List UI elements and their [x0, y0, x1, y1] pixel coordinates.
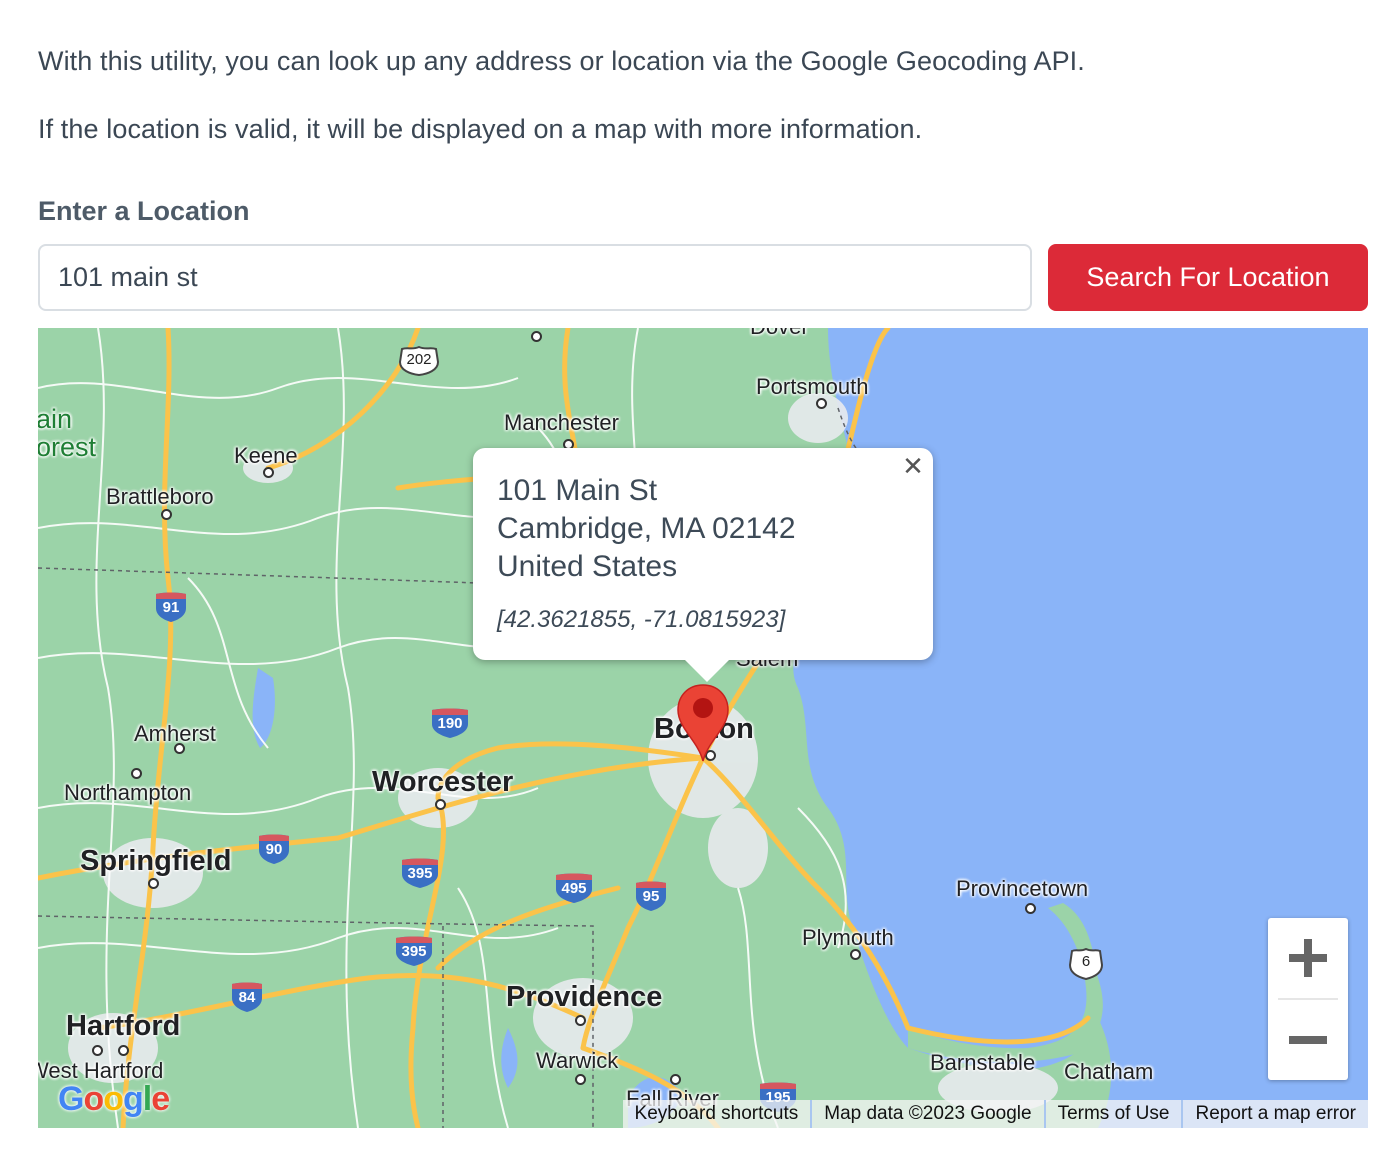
- place-label-amherst: Amherst: [134, 721, 216, 746]
- close-icon[interactable]: ✕: [901, 453, 925, 479]
- map-data-text: Map data ©2023 Google: [810, 1100, 1043, 1128]
- place-label-chatham: Chatham: [1064, 1059, 1154, 1084]
- place-label-forest-2: orest: [38, 432, 97, 462]
- zoom-controls: [1268, 918, 1348, 1080]
- report-map-error-link[interactable]: Report a map error: [1181, 1100, 1368, 1128]
- city-dot: [131, 768, 142, 779]
- interstate-90-shield: 90: [257, 834, 291, 864]
- interstate-395-shield: 395: [400, 858, 440, 888]
- terms-of-use-link[interactable]: Terms of Use: [1043, 1100, 1182, 1128]
- city-dot: [1025, 903, 1036, 914]
- plus-icon: [1289, 939, 1327, 977]
- interstate-395-shield: 395: [394, 936, 434, 966]
- interstate-495-shield: 495: [554, 873, 594, 903]
- city-dot: [92, 1045, 103, 1056]
- interstate-95-shield: 95: [634, 881, 668, 911]
- minus-icon: [1289, 1036, 1327, 1044]
- keyboard-shortcuts-link[interactable]: Keyboard shortcuts: [623, 1100, 811, 1128]
- city-dot: [174, 743, 185, 754]
- us-route-202-shield: 202: [398, 346, 440, 376]
- place-label-providence: Providence: [506, 981, 663, 1013]
- intro-text-1: With this utility, you can look up any a…: [38, 46, 1085, 76]
- address-line-3: United States: [497, 550, 678, 583]
- address-line-2: Cambridge, MA 02142: [497, 512, 796, 545]
- zoom-in-button[interactable]: [1268, 918, 1348, 998]
- city-dot: [575, 1074, 586, 1085]
- search-for-location-button[interactable]: Search For Location: [1048, 244, 1368, 311]
- place-label-forest-1: ain: [38, 404, 73, 434]
- us-route-6-shield: 6: [1068, 948, 1104, 980]
- google-logo[interactable]: Google: [58, 1080, 170, 1119]
- place-label-northampton: Northampton: [64, 780, 192, 805]
- city-dot: [575, 1015, 586, 1026]
- interstate-91-shield: 91: [154, 592, 188, 622]
- coordinates-text: [42.3621855, -71.0815923]: [497, 606, 786, 633]
- city-dot: [148, 878, 159, 889]
- interstate-84-shield: 84: [230, 982, 264, 1012]
- place-label-barnstable: Barnstable: [930, 1050, 1036, 1075]
- info-window-tail: [685, 660, 729, 682]
- place-label-manchester: Manchester: [504, 410, 619, 435]
- city-dot: [670, 1074, 681, 1085]
- city-dot: [531, 331, 542, 342]
- place-label-warwick: Warwick: [536, 1048, 619, 1073]
- city-dot: [161, 509, 172, 520]
- map-container[interactable]: Dover Portsmouth Manchester Keene Brattl…: [38, 328, 1368, 1128]
- intro-text-2: If the location is valid, it will be dis…: [38, 114, 923, 144]
- location-input[interactable]: [38, 244, 1032, 311]
- place-label-portsmouth: Portsmouth: [756, 374, 869, 399]
- location-marker-icon[interactable]: [676, 683, 730, 763]
- city-dot: [435, 799, 446, 810]
- city-dot: [263, 467, 274, 478]
- place-label-hartford: Hartford: [66, 1010, 181, 1042]
- map-attribution-bar: Keyboard shortcuts Map data ©2023 Google…: [622, 1100, 1368, 1128]
- place-label-dover: Dover: [750, 328, 809, 340]
- place-label-provincetown: Provincetown: [956, 876, 1089, 901]
- city-dot: [816, 398, 827, 409]
- interstate-190-shield: 190: [430, 708, 470, 738]
- place-label-plymouth: Plymouth: [802, 925, 894, 950]
- place-label-worcester: Worcester: [372, 766, 514, 798]
- place-label-brattleboro: Brattleboro: [106, 484, 214, 509]
- place-label-keene: Keene: [234, 443, 298, 468]
- zoom-out-button[interactable]: [1268, 1000, 1348, 1080]
- location-label: Enter a Location: [38, 196, 250, 226]
- place-label-springfield: Springfield: [80, 845, 232, 877]
- address-line-1: 101 Main St: [497, 474, 658, 507]
- info-window: ✕ 101 Main St Cambridge, MA 02142 United…: [473, 448, 933, 682]
- city-dot: [850, 949, 861, 960]
- city-dot: [118, 1045, 129, 1056]
